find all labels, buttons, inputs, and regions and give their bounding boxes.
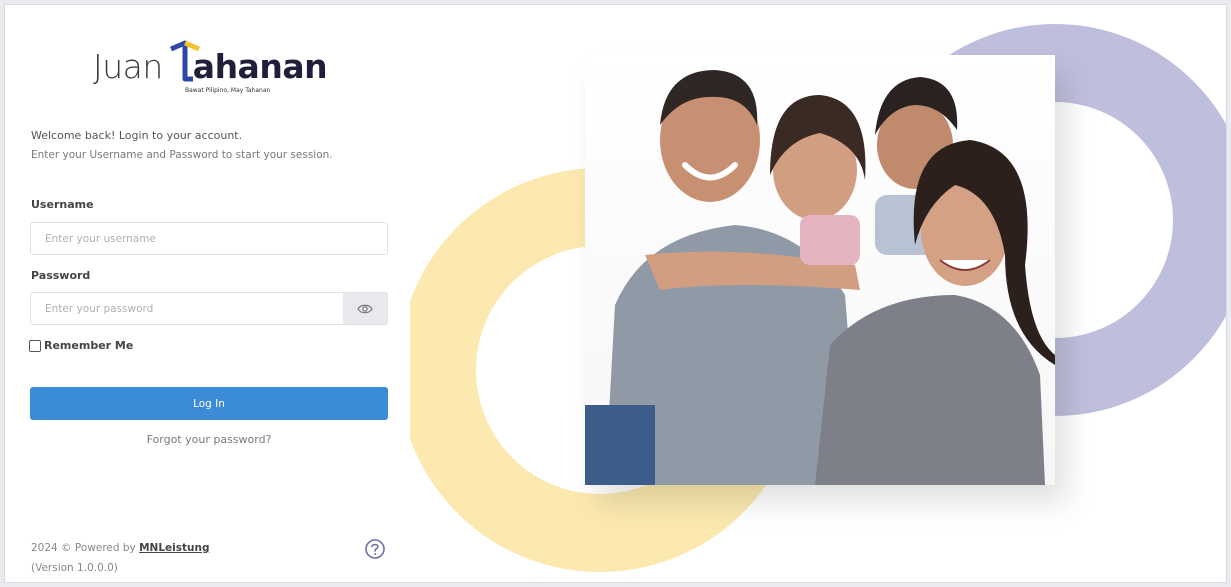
family-photo (585, 55, 1055, 485)
version-text: (Version 1.0.0.0) (31, 562, 118, 574)
toggle-password-visibility-button[interactable] (343, 292, 388, 325)
password-label: Password (31, 269, 91, 282)
login-instructions: Enter your Username and Password to star… (31, 149, 333, 161)
remember-me[interactable]: Remember Me (29, 339, 133, 352)
logo-word-juan: Juan (93, 47, 163, 86)
company-link[interactable]: MNLeistung (139, 542, 209, 554)
logo-house-mark-icon (170, 40, 200, 82)
logo-wordmark: Juan ahanan (93, 47, 328, 86)
remember-me-label[interactable]: Remember Me (44, 339, 133, 352)
forgot-password-link[interactable]: Forgot your password? (30, 433, 388, 446)
username-label: Username (31, 198, 94, 211)
login-page: Juan ahanan Bawat Pilipino, May Tahanan W… (4, 4, 1227, 583)
eye-icon (357, 304, 373, 313)
juantahanan-logo: Juan ahanan Bawat Pilipino, May Tahanan (93, 39, 333, 99)
login-button[interactable]: Log In (30, 387, 388, 420)
remember-me-checkbox[interactable] (29, 339, 41, 352)
password-input[interactable] (30, 292, 344, 325)
username-input[interactable] (30, 222, 388, 255)
family-photo-image (585, 55, 1055, 485)
help-icon[interactable] (364, 538, 386, 560)
welcome-text: Welcome back! Login to your account. (31, 129, 243, 142)
logo-word-tahanan: ahanan (192, 47, 328, 86)
hero-illustration (398, 5, 1226, 582)
copyright-text: 2024 © Powered by (31, 542, 136, 554)
footer-copyright: 2024 © Powered by MNLeistung (31, 542, 210, 554)
logo-tagline: Bawat Pilipino, May Tahanan (185, 87, 271, 94)
